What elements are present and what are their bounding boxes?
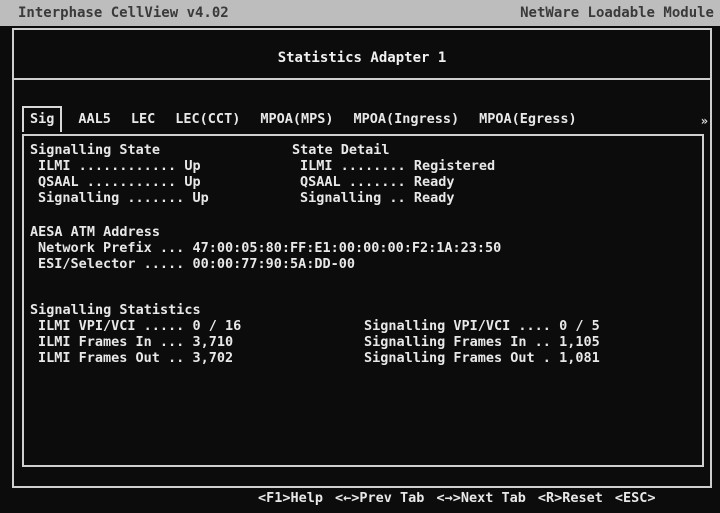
aesa-row-esi: ESI/Selector ..... 00:00:77:90:5A:DD-00 — [38, 256, 355, 272]
signalling-state-heading: Signalling State — [30, 142, 161, 158]
state-label: ILMI ............ — [38, 158, 177, 174]
prev-tab-key[interactable]: <←>Prev Tab — [335, 490, 424, 506]
aesa-row-network-prefix: Network Prefix ... 47:00:05:80:FF:E1:00:… — [38, 240, 501, 256]
stats-left-row: ILMI VPI/VCI ..... 0 / 16 — [38, 318, 241, 334]
sig-panel: Signalling State ILMI ............ Up QS… — [22, 134, 704, 467]
detail-label: ILMI ........ — [300, 158, 406, 174]
stats-value: 1,081 — [559, 350, 600, 366]
detail-value: Ready — [413, 190, 455, 206]
help-key[interactable]: <F1>Help — [258, 490, 323, 506]
state-value: Up — [184, 158, 201, 174]
stats-left-row: ILMI Frames In ... 3,710 — [38, 334, 233, 350]
state-value: Up — [192, 190, 209, 206]
tab-mpoa-egress[interactable]: MPOA(Egress) — [469, 108, 587, 130]
detail-row-ilmi: ILMI ........ Registered — [300, 158, 495, 174]
stats-label: ILMI Frames Out .. — [38, 350, 185, 366]
main-window: Statistics Adapter 1 Sig AAL5 LEC LEC(CC… — [12, 28, 712, 488]
stats-right-row: Signalling VPI/VCI .... 0 / 5 — [364, 318, 600, 334]
state-label: Signalling ....... — [38, 190, 185, 206]
state-label: QSAAL ........... — [38, 174, 177, 190]
app-title: Interphase CellView v4.02 — [18, 5, 229, 21]
stats-value: 3,702 — [192, 350, 234, 366]
detail-label: QSAAL ....... — [300, 174, 406, 190]
stats-value: 0 / 16 — [192, 318, 242, 334]
stats-right-row: Signalling Frames In .. 1,105 — [364, 334, 600, 350]
stats-label: Signalling VPI/VCI .... — [364, 318, 551, 334]
dos-screen: Interphase CellView v4.02 NetWare Loadab… — [0, 0, 720, 513]
tab-lec[interactable]: LEC — [121, 108, 165, 130]
next-tab-key[interactable]: <→>Next Tab — [436, 490, 525, 506]
more-tabs-arrow-icon[interactable]: » — [701, 114, 708, 128]
reset-key[interactable]: <R>Reset — [538, 490, 603, 506]
tab-bar: Sig AAL5 LEC LEC(CCT) MPOA(MPS) MPOA(Ing… — [22, 106, 587, 132]
detail-value: Ready — [413, 174, 455, 190]
state-value: Up — [184, 174, 201, 190]
page-title: Statistics Adapter 1 — [277, 50, 447, 66]
aesa-value: 00:00:77:90:5A:DD-00 — [192, 256, 356, 272]
tab-lec-cct[interactable]: LEC(CCT) — [165, 108, 250, 130]
aesa-label: Network Prefix ... — [38, 240, 185, 256]
stats-left-row: ILMI Frames Out .. 3,702 — [38, 350, 233, 366]
aesa-label: ESI/Selector ..... — [38, 256, 185, 272]
detail-row-signalling: Signalling .. Ready — [300, 190, 454, 206]
detail-label: Signalling .. — [300, 190, 406, 206]
aesa-heading: AESA ATM Address — [30, 224, 161, 240]
state-row-ilmi: ILMI ............ Up — [38, 158, 201, 174]
stats-label: Signalling Frames Out . — [364, 350, 551, 366]
signalling-stats-heading: Signalling Statistics — [30, 302, 201, 318]
detail-row-qsaal: QSAAL ....... Ready — [300, 174, 454, 190]
stats-label: ILMI Frames In ... — [38, 334, 185, 350]
stats-label: Signalling Frames In .. — [364, 334, 551, 350]
function-key-bar: <F1>Help <←>Prev Tab <→>Next Tab <R>Rese… — [258, 490, 656, 506]
stats-value: 3,710 — [192, 334, 234, 350]
stats-label: ILMI VPI/VCI ..... — [38, 318, 185, 334]
detail-value: Registered — [413, 158, 496, 174]
aesa-value: 47:00:05:80:FF:E1:00:00:00:F2:1A:23:50 — [192, 240, 502, 256]
tab-mpoa-ingress[interactable]: MPOA(Ingress) — [343, 108, 469, 130]
module-label: NetWare Loadable Module — [520, 5, 714, 21]
tab-aal5[interactable]: AAL5 — [68, 108, 121, 130]
stats-value: 1,105 — [559, 334, 600, 350]
stats-right-row: Signalling Frames Out . 1,081 — [364, 350, 600, 366]
title-bar: Interphase CellView v4.02 NetWare Loadab… — [0, 0, 720, 26]
state-row-signalling: Signalling ....... Up — [38, 190, 209, 206]
tab-mpoa-mps[interactable]: MPOA(MPS) — [250, 108, 343, 130]
header-divider — [14, 78, 710, 80]
escape-key[interactable]: <ESC> — [615, 490, 656, 506]
tab-sig[interactable]: Sig — [22, 106, 63, 132]
state-detail-heading: State Detail — [292, 142, 390, 158]
state-row-qsaal: QSAAL ........... Up — [38, 174, 201, 190]
stats-value: 0 / 5 — [559, 318, 600, 334]
